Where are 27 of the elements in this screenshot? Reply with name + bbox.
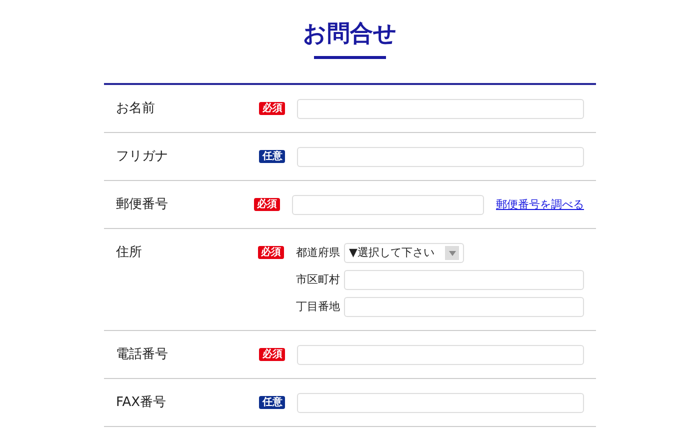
page-title: お問合せ (302, 20, 398, 49)
input-field[interactable] (344, 297, 584, 317)
required-badge: 必須 (258, 246, 284, 259)
title-underline (314, 56, 386, 59)
field-label: 電話番号 (116, 346, 169, 364)
field-label: フリガナ (116, 148, 169, 166)
optional-badge: 任意 (259, 396, 286, 409)
prefecture-select[interactable]: ▼選択して下さい (344, 243, 464, 263)
input-field[interactable] (297, 345, 584, 365)
field-label: FAX番号 (116, 394, 168, 412)
required-badge: 必須 (254, 198, 280, 211)
input-field[interactable] (297, 99, 584, 119)
field-label: 住所 (116, 244, 143, 262)
input-field[interactable] (297, 147, 584, 167)
required-badge: 必須 (259, 102, 286, 115)
caret-icon (448, 250, 456, 256)
field-label: 市区町村 (296, 272, 341, 288)
postal-lookup-link[interactable]: 郵便番号を調べる (496, 195, 584, 215)
optional-badge: 任意 (259, 150, 286, 163)
input-field[interactable] (344, 270, 584, 290)
input-field[interactable] (292, 195, 484, 215)
input-field[interactable] (297, 393, 584, 413)
required-badge: 必須 (259, 348, 286, 361)
field-label: 丁目番地 (296, 299, 341, 315)
field-label: 郵便番号 (116, 196, 169, 214)
field-label: お名前 (116, 100, 156, 118)
field-label: 都道府県 (296, 245, 341, 261)
